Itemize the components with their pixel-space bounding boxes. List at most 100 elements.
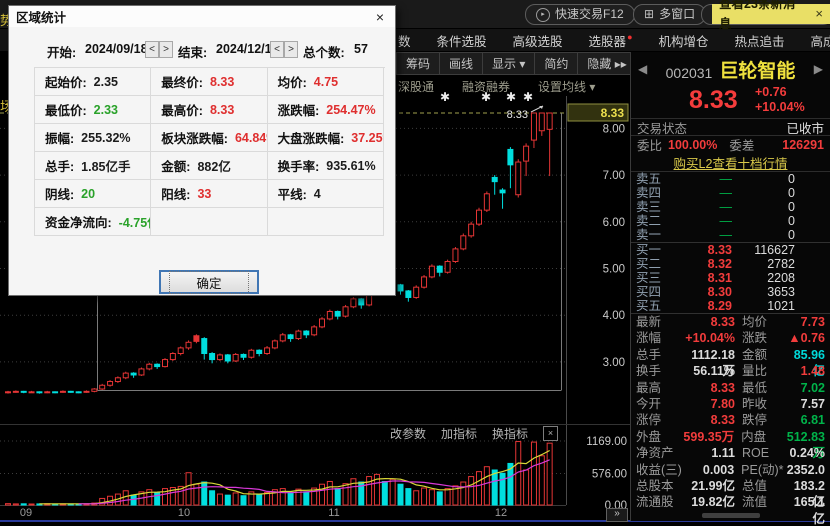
sell-row-卖三[interactable]: 卖三—0 [631,200,830,214]
stat-row-3: 换手56.11%量比1.48 [631,363,830,379]
end-next-button[interactable]: > [284,41,298,58]
stat-label: 涨停 [636,412,683,428]
buy-row-买三[interactable]: 买三8.312208 [631,271,830,285]
toolbar-cell-1[interactable]: 画线 [440,52,483,75]
stat-grid: 最新8.33均价7.73涨幅+10.04%涨跌▲0.76总手1112.18万金额… [631,314,830,511]
volume-bar [484,467,489,505]
prev-stock-icon[interactable]: ◀ [638,62,647,76]
sell-row-卖五[interactable]: 卖五—0 [631,172,830,186]
panel-scroll-handle[interactable] [631,511,830,521]
buy-level-label: 买三 [636,271,670,285]
menu-item-0[interactable]: 数 [398,31,411,50]
next-stock-icon[interactable]: ▶ [814,62,823,76]
stats-cell-value: 33 [197,187,211,201]
chart-toolbar: 筹码画线显示 ▾简约隐藏 ▸▸ [396,52,663,75]
stat-value: 1112.18万 [683,347,735,363]
stats-cell-label: 金额: [161,156,190,175]
candle-body [155,364,160,366]
candle-body [53,392,58,393]
x-tick-label: 11 [328,507,339,519]
event-star-icon: ✱ [481,90,491,104]
stats-cell-label: 阴线: [45,184,74,203]
candle-body [233,354,238,361]
stats-cell-3-0: 总手:1.85亿手 [35,152,151,180]
candle-body [265,348,270,354]
volume-bar [29,504,34,505]
sell-level-label: 卖二 [636,214,670,228]
candle-body [492,177,497,181]
menu-item-2[interactable]: 高级选股 [513,31,563,50]
volume-bar [492,470,497,505]
sell-row-卖一[interactable]: 卖一—0 [631,228,830,242]
indicator-close-icon[interactable]: × [543,426,558,441]
volume-bar [477,472,482,505]
stat-label: 涨幅 [636,330,683,346]
start-next-button[interactable]: > [159,41,173,58]
stat-value: 6.81 [788,412,825,428]
sell-level-label: 卖五 [636,172,670,186]
indicator-tool-1[interactable]: 加指标 [441,425,477,442]
subtoolbar-item-0[interactable]: 深股通 [398,78,434,95]
stats-cell-value: 4 [314,187,321,201]
stats-grid: 起始价:2.35最终价:8.33均价:4.75最低价:2.33最高价:8.33涨… [34,67,385,236]
count-value: 57 [354,42,368,56]
stat-value: 7.57 [788,396,825,412]
x-tick-label: 09 [20,507,32,519]
buy-row-买二[interactable]: 买二8.322782 [631,257,830,271]
count-label: 总个数: [303,42,345,61]
start-prev-button[interactable]: < [145,41,159,58]
event-star-icon: ✱ [440,90,450,104]
buy-qty: 2208 [732,271,825,285]
buy-price: 8.32 [670,257,732,271]
candle-body [547,113,552,129]
dialog-titlebar[interactable]: 区域统计 × [9,6,395,27]
stats-cell-label: 最高价: [161,100,203,119]
volume-bar [241,496,246,505]
indicator-tool-2[interactable]: 换指标 [492,425,528,442]
volume-bar [461,482,466,505]
stat-value: 8.33 [683,412,735,428]
expand-right-button[interactable]: » [606,508,628,522]
dialog-close-icon[interactable]: × [372,9,388,25]
stats-grid-row-2: 振幅:255.32%板块涨跌幅:64.84%大盘涨跌幅:37.25% [35,124,385,152]
end-prev-button[interactable]: < [270,41,284,58]
menu-item-1[interactable]: 条件选股 [437,31,487,50]
sell-qty: 0 [732,172,825,186]
end-date-label: 结束: [178,42,207,61]
stat-label: 跌停 [735,412,788,428]
menu-item-3[interactable]: 选股器● [589,31,633,50]
menu-item-4[interactable]: 机构增仓 [659,31,709,50]
toolbar-cell-3[interactable]: 简约 [535,52,578,75]
stats-cell-label: 平线: [278,184,307,203]
stats-grid-row-3: 总手:1.85亿手金额:882亿换手率:935.61% [35,152,385,180]
notification-badge[interactable]: 查看23条新消息 × [712,4,830,24]
candle-body [249,350,254,357]
menu-item-6[interactable]: 高成长性 [811,31,830,50]
ok-button[interactable]: 确定 [159,270,259,294]
stats-cell-label: 涨跌幅: [278,100,320,119]
buy-row-买一[interactable]: 买一8.33116627 [631,243,830,257]
toolbar-cell-2[interactable]: 显示 ▾ [483,52,535,75]
sell-row-卖四[interactable]: 卖四—0 [631,186,830,200]
candle-body [429,266,434,277]
multi-window-button[interactable]: ⊞ 多窗口 [633,4,706,25]
buy-row-买四[interactable]: 买四8.303653 [631,285,830,299]
l2-link[interactable]: 购买L2查看十档行情 [674,153,788,172]
left-sidebar-fragment: 场 [0,96,8,115]
candle-body [320,319,325,327]
stats-grid-row-1: 最低价:2.33最高价:8.33涨跌幅:254.47% [35,96,385,124]
stats-cell-5-2 [268,208,384,236]
volume-bar [390,479,395,505]
buy-row-买五[interactable]: 买五8.291021 [631,299,830,313]
indicator-tool-0[interactable]: 改参数 [390,425,426,442]
stat-row-0: 最新8.33均价7.73 [631,314,830,330]
sell-row-卖二[interactable]: 卖二—0 [631,214,830,228]
toolbar-cell-4[interactable]: 隐藏 ▸▸ [578,52,636,75]
stats-cell-5-1 [151,208,267,236]
volume-tick-label: 1169.00 [586,436,627,448]
toolbar-cell-0[interactable]: 筹码 [396,52,440,75]
quick-trade-button[interactable]: ▸ 快速交易F12 [525,4,635,25]
notification-close-icon[interactable]: × [815,4,823,24]
subtoolbar-item-2[interactable]: 设置均线 ▾ [538,78,595,95]
stat-label: 流通股 [636,494,683,510]
